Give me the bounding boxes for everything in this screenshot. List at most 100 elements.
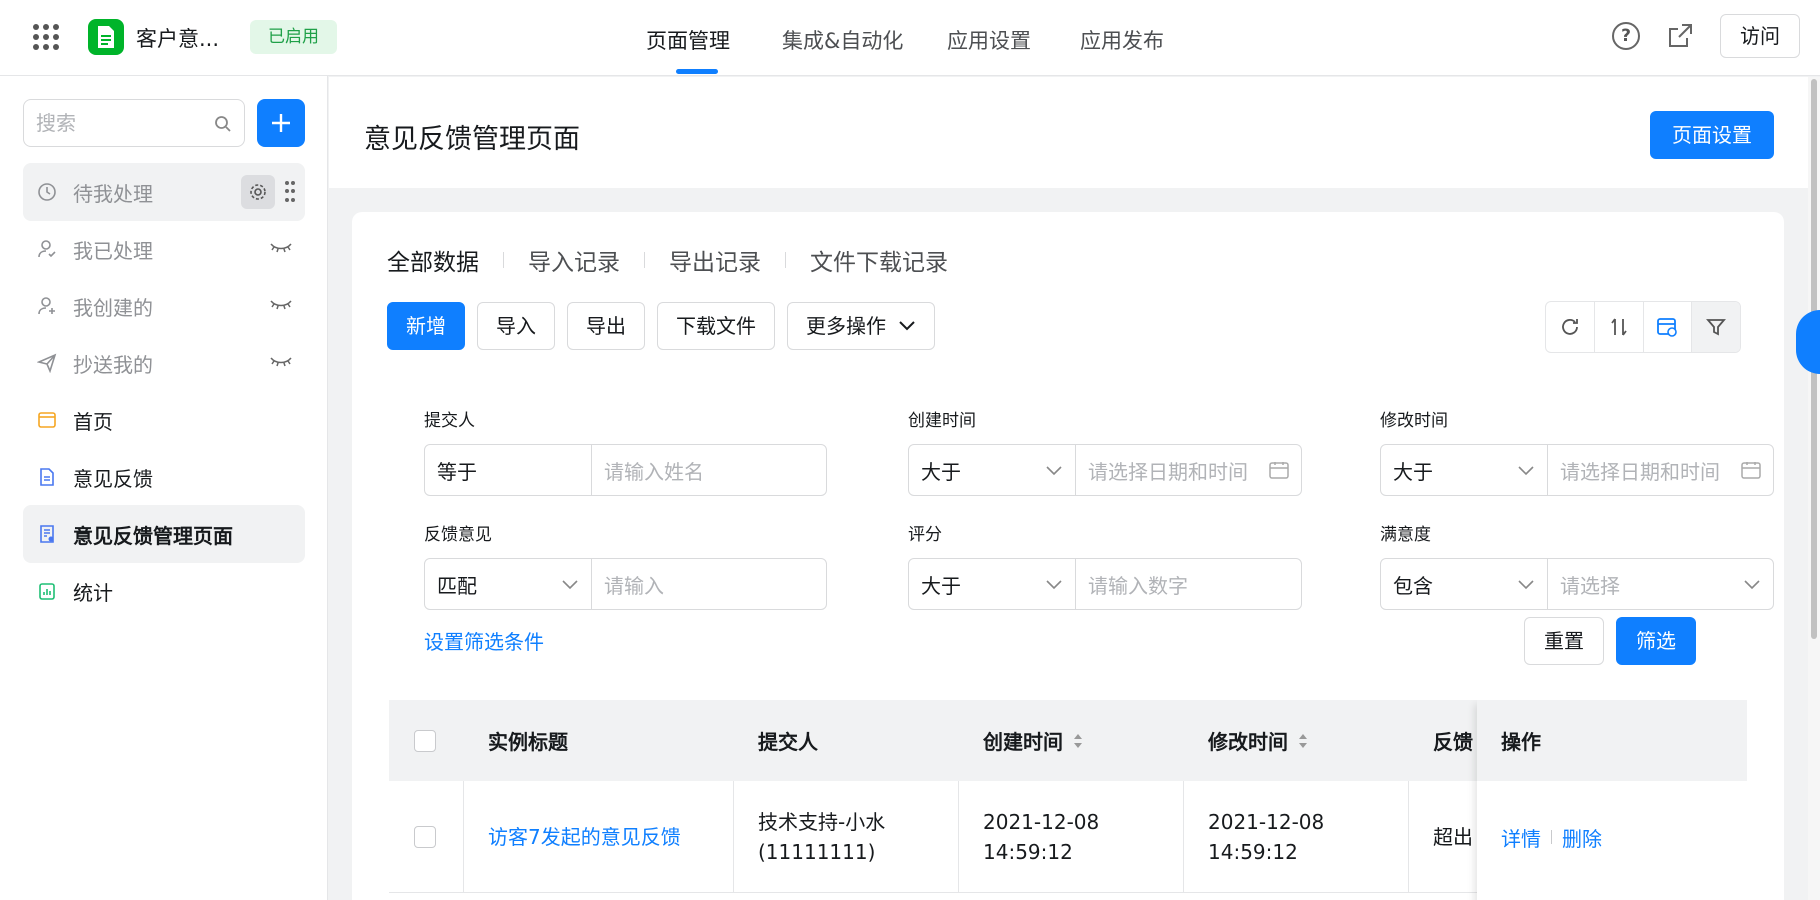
user-check-icon — [38, 240, 56, 258]
column-settings-button[interactable] — [1644, 302, 1693, 352]
help-icon[interactable]: ? — [1612, 22, 1640, 50]
satisfaction-select[interactable]: 请选择 — [1548, 559, 1773, 609]
sidebar-item-label: 首页 — [73, 409, 113, 434]
external-link-icon[interactable] — [1666, 22, 1694, 50]
operator-value: 匹配 — [437, 573, 477, 598]
table-tools — [1545, 301, 1741, 353]
chevron-down-icon — [1046, 579, 1062, 589]
sidebar-item-cc[interactable]: 抄送我的 — [23, 334, 305, 392]
placeholder-text: 请选择日期和时间 — [1560, 459, 1720, 484]
data-card: 全部数据 导入记录 导出记录 文件下载记录 新增 导入 导出 下载文件 更多操作… — [352, 212, 1784, 900]
calendar-icon — [1269, 462, 1289, 479]
search-input[interactable] — [24, 100, 204, 146]
tab-app-publish[interactable]: 应用发布 — [1080, 25, 1164, 55]
filter-toggle-button[interactable] — [1692, 302, 1740, 352]
operator-select[interactable]: 大于 — [909, 445, 1076, 495]
add-button[interactable]: 新增 — [387, 302, 465, 350]
divider — [785, 252, 786, 268]
date-picker[interactable]: 请选择日期和时间 — [1548, 445, 1773, 495]
tab-page-management[interactable]: 页面管理 — [646, 25, 730, 55]
filter-created-time: 大于 请选择日期和时间 — [908, 444, 1302, 496]
add-page-button[interactable] — [257, 99, 305, 147]
column-header-modified[interactable]: 修改时间 — [1184, 700, 1409, 781]
sort-arrows-icon[interactable] — [1298, 732, 1308, 750]
cell-submitter: 技术支持-小水(11111111) — [734, 781, 959, 892]
column-header-title[interactable]: 实例标题 — [464, 700, 734, 781]
page-header: 意见反馈管理页面 页面设置 — [329, 77, 1808, 188]
tab-all-data[interactable]: 全部数据 — [387, 243, 479, 277]
delete-link[interactable]: 删除 — [1562, 823, 1602, 852]
sidebar-item-label: 意见反馈 — [73, 466, 153, 491]
column-header-created[interactable]: 创建时间 — [959, 700, 1184, 781]
app-grid-icon[interactable] — [33, 24, 59, 50]
sort-arrows-icon[interactable] — [1073, 732, 1083, 750]
download-file-button[interactable]: 下载文件 — [657, 302, 775, 350]
placeholder-text: 请输入数字 — [1088, 573, 1188, 598]
sidebar-item-feedback-management[interactable]: 意见反馈管理页面 — [23, 505, 305, 563]
tab-download-records[interactable]: 文件下载记录 — [810, 243, 948, 277]
row-checkbox[interactable] — [414, 825, 436, 848]
cell-modified: 2021-12-08 14:59:12 — [1184, 781, 1409, 892]
operator-select[interactable]: 匹配 — [425, 559, 592, 609]
sidebar-item-home[interactable]: 首页 — [23, 391, 305, 449]
operator-select[interactable]: 包含 — [1381, 559, 1548, 609]
more-actions-button[interactable]: 更多操作 — [787, 302, 935, 350]
tab-import-records[interactable]: 导入记录 — [528, 243, 620, 277]
tab-app-settings[interactable]: 应用设置 — [947, 25, 1031, 55]
set-filter-conditions-link[interactable]: 设置筛选条件 — [424, 626, 544, 655]
sidebar-item-feedback[interactable]: 意见反馈 — [23, 448, 305, 506]
export-button[interactable]: 导出 — [567, 302, 645, 350]
submitter-input[interactable]: 请输入姓名 — [592, 445, 826, 495]
chevron-down-icon — [899, 321, 915, 331]
apply-filter-button[interactable]: 筛选 — [1616, 617, 1696, 665]
reset-button[interactable]: 重置 — [1524, 617, 1604, 665]
hidden-eye-icon[interactable] — [269, 354, 293, 370]
item-settings-button[interactable] — [241, 175, 275, 209]
sidebar-item-pending[interactable]: 待我处理 — [23, 163, 305, 221]
rating-input[interactable]: 请输入数字 — [1076, 559, 1301, 609]
tab-integration-automation[interactable]: 集成&自动化 — [782, 25, 903, 55]
filter-label-modified: 修改时间 — [1380, 411, 1448, 431]
hidden-eye-icon[interactable] — [269, 297, 293, 313]
import-button[interactable]: 导入 — [477, 302, 555, 350]
sidebar-item-processed[interactable]: 我已处理 — [23, 220, 305, 278]
home-page-icon — [38, 412, 56, 428]
page-settings-button[interactable]: 页面设置 — [1650, 111, 1774, 159]
chevron-down-icon — [1744, 579, 1760, 589]
search-icon[interactable] — [214, 115, 232, 133]
sidebar-item-label: 我已处理 — [73, 238, 153, 263]
sidebar-item-statistics[interactable]: 统计 — [23, 562, 305, 620]
date-picker[interactable]: 请选择日期和时间 — [1076, 445, 1301, 495]
column-header-submitter[interactable]: 提交人 — [734, 700, 959, 781]
drag-handle-icon[interactable] — [285, 181, 295, 203]
feedback-input[interactable]: 请输入 — [592, 559, 826, 609]
scrollbar[interactable] — [1808, 77, 1820, 900]
instance-title-link[interactable]: 访客7发起的意见反馈 — [488, 822, 681, 852]
operator-value: 大于 — [921, 573, 961, 598]
top-bar: 客户意... 已启用 页面管理 集成&自动化 应用设置 应用发布 ? 访问 — [0, 0, 1820, 76]
cell-created: 2021-12-08 14:59:12 — [959, 781, 1184, 892]
filter-submitter: 等于 请输入姓名 — [424, 444, 827, 496]
chevron-down-icon — [1046, 465, 1062, 475]
hidden-eye-icon[interactable] — [269, 240, 293, 256]
operator-select[interactable]: 大于 — [1381, 445, 1548, 495]
sort-button[interactable] — [1595, 302, 1644, 352]
table-settings-icon — [1657, 318, 1678, 337]
refresh-button[interactable] — [1546, 302, 1595, 352]
column-header-label: 修改时间 — [1208, 730, 1288, 754]
placeholder-text: 请输入 — [604, 573, 664, 598]
detail-link[interactable]: 详情 — [1501, 823, 1541, 852]
filter-label-created: 创建时间 — [908, 411, 976, 431]
floating-side-tab[interactable] — [1796, 310, 1820, 374]
operator-select[interactable]: 等于 — [425, 445, 592, 495]
operator-select[interactable]: 大于 — [909, 559, 1076, 609]
select-all-checkbox[interactable] — [414, 729, 436, 752]
visit-button[interactable]: 访问 — [1720, 14, 1800, 58]
sidebar-item-label: 抄送我的 — [73, 352, 153, 377]
tab-export-records[interactable]: 导出记录 — [669, 243, 761, 277]
status-badge: 已启用 — [250, 20, 337, 54]
chart-icon — [39, 583, 55, 600]
sidebar-item-created[interactable]: 我创建的 — [23, 277, 305, 335]
action-toolbar: 新增 导入 导出 下载文件 更多操作 — [387, 302, 935, 350]
plus-icon — [272, 114, 290, 132]
